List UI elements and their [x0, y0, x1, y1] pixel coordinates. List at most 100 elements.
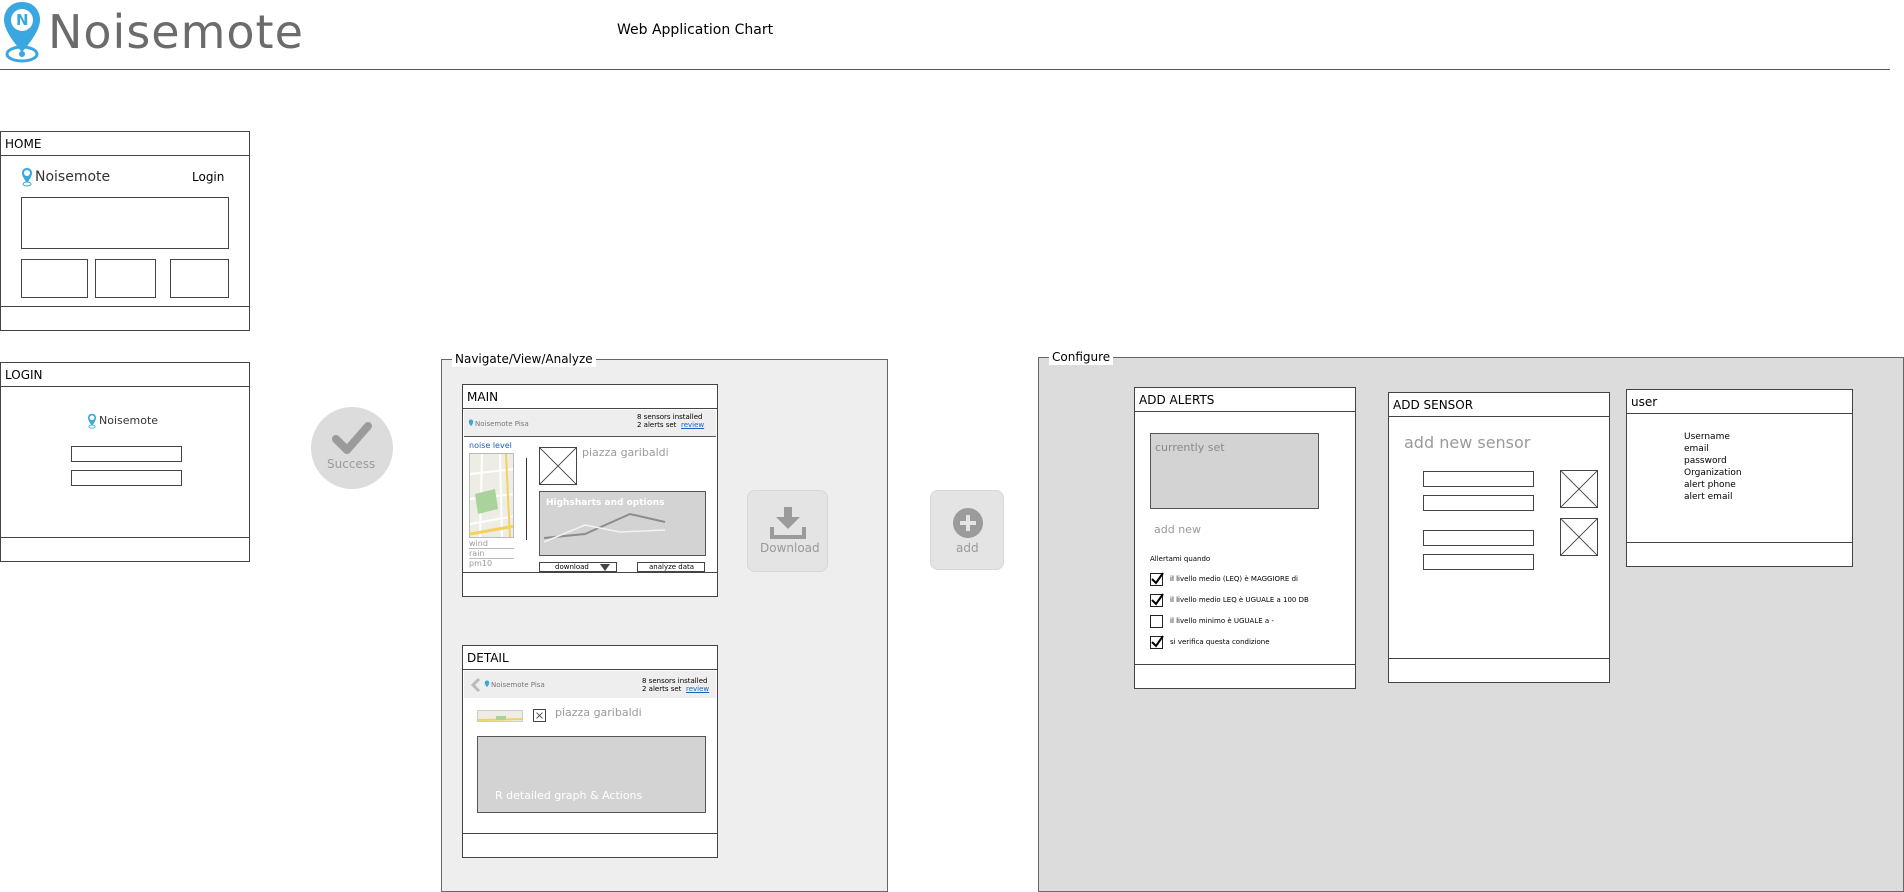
alert-condition-3-checkbox[interactable]: [1150, 615, 1163, 628]
success-badge: Success: [311, 407, 393, 489]
sensor-field-4[interactable]: [1423, 554, 1534, 570]
main-chart-lines: [543, 512, 666, 543]
main-analyze-label: analyze data: [649, 563, 695, 571]
brand-pin-icon: [22, 168, 32, 187]
page-title: Web Application Chart: [617, 22, 774, 38]
success-label: Success: [327, 457, 376, 471]
detail-close-icon[interactable]: [533, 709, 546, 722]
main-metric-wind: wind: [469, 539, 488, 548]
add-sensor-title: ADD SENSOR: [1389, 393, 1609, 417]
home-brand-text: Noisemote: [35, 169, 111, 185]
alert-condition-1-label: il livello medio (LEQ) è MAGGIORE di: [1170, 575, 1298, 583]
main-review-link[interactable]: review: [681, 421, 704, 429]
login-brand: Noisemote: [87, 413, 187, 431]
user-window-title: user: [1627, 390, 1852, 414]
alert-condition-1-checkbox[interactable]: [1150, 572, 1164, 586]
add-alerts-title: ADD ALERTS: [1135, 388, 1355, 412]
main-chart[interactable]: Highsharts and options: [539, 491, 706, 556]
sensor-field-3[interactable]: [1423, 530, 1534, 546]
add-sensor-window: ADD SENSOR add new sensor: [1388, 392, 1610, 683]
detail-graph-label: R detailed graph & Actions: [495, 789, 643, 802]
add-circle-icon: [953, 508, 983, 538]
sensor-image-placeholder-1: [1560, 470, 1598, 508]
app-header: N Noisemote Web Application Chart: [0, 0, 1904, 70]
download-icon: [770, 507, 806, 539]
logo-letter: N: [16, 11, 29, 29]
brand-pin-icon: [484, 680, 490, 688]
main-analyze-button[interactable]: analyze data: [637, 562, 705, 572]
alert-condition-2[interactable]: il livello medio LEQ è UGUALE a 100 DB: [1150, 593, 1350, 608]
add-button-label: add: [956, 541, 979, 555]
current-alerts-box: currently set: [1150, 433, 1319, 509]
main-metric-rain: rain: [469, 549, 485, 558]
main-noise-level-label: noise level: [469, 441, 512, 450]
alert-condition-2-checkbox[interactable]: [1150, 593, 1164, 607]
detail-map-thumbnail[interactable]: [477, 710, 523, 722]
home-hero-box: [21, 197, 229, 249]
main-place-title: piazza garibaldi: [582, 446, 669, 459]
login-username-field[interactable]: [71, 446, 182, 462]
header-divider: [0, 69, 1890, 70]
login-window: LOGIN Noisemote: [0, 362, 250, 562]
sensor-field-2[interactable]: [1423, 495, 1534, 511]
user-field-username: Username: [1684, 432, 1730, 442]
main-download-label: download: [555, 563, 589, 571]
alert-condition-4-checkbox[interactable]: [1150, 635, 1164, 649]
logo-pin-icon: N: [2, 0, 42, 64]
sensor-image-placeholder-2: [1560, 518, 1598, 556]
logo-text: Noisemote: [48, 5, 304, 59]
navigate-group-label: Navigate/View/Analyze: [452, 351, 596, 367]
home-feature-box-1: [21, 259, 88, 298]
add-new-alert-link[interactable]: add new: [1154, 523, 1201, 536]
user-field-organization: Organization: [1684, 468, 1742, 478]
main-alerts-set: 2 alerts set: [637, 421, 677, 429]
brand-pin-icon: [88, 413, 96, 429]
brand-pin-icon: [468, 419, 474, 427]
alert-condition-3[interactable]: il livello minimo è UGUALE a -: [1150, 615, 1350, 629]
add-button[interactable]: add: [930, 490, 1004, 570]
main-map[interactable]: [469, 453, 514, 538]
detail-window-title: DETAIL: [463, 646, 717, 670]
detail-sensors-installed: 8 sensors installed: [642, 677, 708, 685]
detail-place-title: piazza garibaldi: [555, 706, 642, 719]
detail-graph-area[interactable]: R detailed graph & Actions: [477, 736, 706, 813]
alert-condition-4[interactable]: si verifica questa condizione: [1150, 635, 1350, 650]
checkmark-icon: [332, 422, 372, 454]
home-window-footer: [1, 306, 249, 330]
home-window: HOME Noisemote Login: [0, 131, 250, 331]
main-window-title: MAIN: [463, 385, 717, 409]
login-window-title: LOGIN: [1, 363, 249, 387]
user-field-alert-phone: alert phone: [1684, 480, 1736, 490]
login-window-footer: [1, 537, 249, 561]
add-alerts-footer: [1135, 664, 1355, 688]
login-password-field[interactable]: [71, 470, 182, 486]
detail-brand: Noisemote Pisa: [491, 681, 545, 689]
back-chevron-icon[interactable]: [471, 678, 481, 692]
user-window: user Username email password Organizatio…: [1626, 389, 1853, 567]
home-brand: Noisemote: [21, 167, 141, 189]
main-window: MAIN Noisemote Pisa 8 sensors installed …: [462, 384, 718, 597]
login-brand-text: Noisemote: [99, 414, 159, 427]
detail-window: DETAIL Noisemote Pisa 8 sensors installe…: [462, 645, 718, 858]
main-sensors-installed: 8 sensors installed: [637, 413, 703, 421]
alert-condition-1[interactable]: il livello medio (LEQ) è MAGGIORE di: [1150, 572, 1350, 587]
main-metric-rule-2: [469, 558, 514, 559]
home-feature-box-3: [170, 259, 229, 298]
alert-when-label: Allertami quando: [1150, 555, 1211, 563]
alert-condition-2-label: il livello medio LEQ è UGUALE a 100 DB: [1170, 596, 1309, 604]
home-feature-box-2: [95, 259, 156, 298]
main-download-button[interactable]: download: [539, 562, 617, 572]
home-window-title: HOME: [1, 132, 249, 156]
sensor-field-1[interactable]: [1423, 471, 1534, 487]
detail-review-link[interactable]: review: [686, 685, 709, 693]
detail-window-footer: [463, 833, 717, 857]
home-login-link[interactable]: Login: [192, 170, 224, 184]
alert-condition-4-label: si verifica questa condizione: [1170, 638, 1270, 646]
main-metric-pm10: pm10: [469, 559, 493, 568]
add-sensor-heading: add new sensor: [1404, 433, 1531, 452]
main-image-placeholder: [539, 447, 577, 485]
download-button[interactable]: Download: [747, 490, 828, 572]
user-field-alert-email: alert email: [1684, 492, 1733, 502]
alert-condition-3-label: il livello minimo è UGUALE a -: [1170, 617, 1274, 625]
user-window-footer: [1627, 542, 1852, 566]
